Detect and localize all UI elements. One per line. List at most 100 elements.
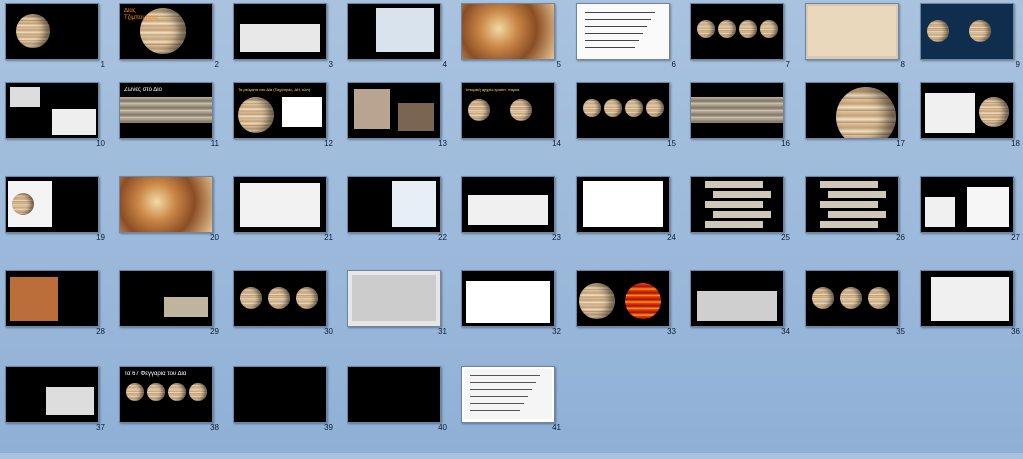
slide-preview[interactable]: Ζώνες στο Δίο: [119, 82, 213, 139]
slide-preview[interactable]: [347, 82, 441, 139]
slide-preview[interactable]: [233, 3, 327, 60]
slide-thumbnail-23[interactable]: 23: [461, 176, 574, 269]
slide-thumbnail-11[interactable]: Ζώνες στο Δίο 11: [119, 82, 232, 175]
slide-preview[interactable]: [461, 3, 555, 60]
slide-figure: [376, 8, 434, 52]
slide-preview[interactable]: [5, 176, 99, 233]
slide-thumbnail-18[interactable]: 18: [920, 82, 1023, 175]
slide-thumbnail-39[interactable]: 39: [233, 366, 346, 459]
slide-preview[interactable]: [461, 366, 555, 423]
slide-thumbnail-25[interactable]: 25: [690, 176, 803, 269]
slide-thumbnail-41[interactable]: 41: [461, 366, 574, 459]
slide-preview[interactable]: [461, 270, 555, 327]
slide-preview[interactable]: [690, 270, 784, 327]
slide-title-text: Ιστορική αρχείο ερασιτ. παρατ.: [466, 87, 521, 92]
jupiter-image: [240, 287, 262, 309]
slide-preview[interactable]: [347, 176, 441, 233]
slide-thumbnail-13[interactable]: 13: [347, 82, 460, 175]
slide-preview[interactable]: Ιστορική αρχείο ερασιτ. παρατ.: [461, 82, 555, 139]
slide-preview[interactable]: [576, 176, 670, 233]
slide-figure: [398, 103, 434, 131]
slide-preview[interactable]: Τα ρεύματα στο Δία (Ταχύτητες, ΔΗ, κλπ): [233, 82, 327, 139]
slide-preview[interactable]: [805, 270, 899, 327]
jupiter-image: [126, 383, 144, 401]
slide-thumbnail-32[interactable]: 32: [461, 270, 574, 363]
jupiter-strip: [705, 221, 763, 228]
jupiter-image: [868, 287, 890, 309]
slide-preview[interactable]: [690, 3, 784, 60]
jupiter-strip: [713, 211, 771, 218]
jupiter-image: [510, 99, 532, 121]
slide-figure: [464, 369, 552, 419]
slide-thumbnail-33[interactable]: 33: [576, 270, 689, 363]
slide-thumbnail-12[interactable]: Τα ρεύματα στο Δία (Ταχύτητες, ΔΗ, κλπ) 1…: [233, 82, 346, 175]
jupiter-image: [583, 99, 601, 117]
slide-thumbnail-19[interactable]: 19: [5, 176, 118, 269]
slide-number-label: 35: [896, 327, 905, 336]
slide-thumbnail-34[interactable]: 34: [690, 270, 803, 363]
slide-preview[interactable]: [233, 366, 327, 423]
slide-preview[interactable]: [5, 82, 99, 139]
text-line: [470, 410, 520, 411]
slide-thumbnail-29[interactable]: 29: [119, 270, 232, 363]
slide-number-label: 18: [1011, 139, 1020, 148]
slide-thumbnail-40[interactable]: 40: [347, 366, 460, 459]
jupiter-image: [238, 97, 274, 133]
text-line: [585, 19, 651, 20]
slide-number-label: 29: [210, 327, 219, 336]
text-line: [470, 375, 540, 376]
slide-preview[interactable]: [347, 3, 441, 60]
slide-thumbnail-37[interactable]: 37: [5, 366, 118, 459]
slide-preview[interactable]: [5, 270, 99, 327]
slide-preview[interactable]: [461, 176, 555, 233]
slide-preview[interactable]: [805, 3, 899, 60]
slide-thumbnail-17[interactable]: 17: [805, 82, 918, 175]
slide-thumbnail-10[interactable]: 10: [5, 82, 118, 175]
slide-figure: [164, 297, 208, 317]
slide-thumbnail-20[interactable]: 20: [119, 176, 232, 269]
slide-preview[interactable]: [119, 176, 213, 233]
slide-figure: [925, 197, 955, 227]
slide-preview[interactable]: [576, 82, 670, 139]
slide-title-text: Τα ρεύματα στο Δία (Ταχύτητες, ΔΗ, κλπ): [238, 87, 311, 92]
slide-preview[interactable]: [347, 270, 441, 327]
slide-preview[interactable]: [347, 366, 441, 423]
slide-thumbnail-35[interactable]: 35: [805, 270, 918, 363]
slide-preview[interactable]: [119, 270, 213, 327]
slide-preview[interactable]: [576, 270, 670, 327]
slide-preview[interactable]: [233, 176, 327, 233]
slide-thumbnail-38[interactable]: Τα 67 Φεγγάρια του Δία 38: [119, 366, 232, 459]
slide-number-label: 39: [324, 423, 333, 432]
slide-preview[interactable]: [920, 82, 1014, 139]
slide-thumbnail-16[interactable]: 16: [690, 82, 803, 175]
slide-preview[interactable]: [805, 82, 899, 139]
slide-preview[interactable]: [920, 176, 1014, 233]
slide-number-label: 9: [1015, 60, 1020, 69]
slide-thumbnail-30[interactable]: 30: [233, 270, 346, 363]
slide-thumbnail-27[interactable]: 27: [920, 176, 1023, 269]
slide-thumbnail-28[interactable]: 28: [5, 270, 118, 363]
slide-preview[interactable]: [805, 176, 899, 233]
slide-thumbnail-14[interactable]: Ιστορική αρχείο ερασιτ. παρατ. 14: [461, 82, 574, 175]
slide-preview[interactable]: [5, 3, 99, 60]
slide-number-label: 14: [552, 139, 561, 148]
slide-thumbnail-26[interactable]: 26: [805, 176, 918, 269]
slide-thumbnail-22[interactable]: 22: [347, 176, 460, 269]
slide-preview[interactable]: Τα 67 Φεγγάρια του Δία: [119, 366, 213, 423]
slide-preview[interactable]: [576, 3, 670, 60]
slide-thumbnail-36[interactable]: 36: [920, 270, 1023, 363]
slide-preview[interactable]: [690, 82, 784, 139]
slide-preview[interactable]: [920, 270, 1014, 327]
slide-preview[interactable]: [233, 270, 327, 327]
slide-preview[interactable]: [5, 366, 99, 423]
slide-preview[interactable]: Δίας Τζιμπουρκας: [119, 3, 213, 60]
slide-preview[interactable]: [690, 176, 784, 233]
slide-thumbnail-24[interactable]: 24: [576, 176, 689, 269]
slide-preview[interactable]: [920, 3, 1014, 60]
slide-number-label: 25: [781, 233, 790, 242]
slide-thumbnail-15[interactable]: 15: [576, 82, 689, 175]
slide-number-label: 37: [96, 423, 105, 432]
slide-thumbnail-31[interactable]: 31: [347, 270, 460, 363]
slide-thumbnail-21[interactable]: 21: [233, 176, 346, 269]
jupiter-image: [296, 287, 318, 309]
